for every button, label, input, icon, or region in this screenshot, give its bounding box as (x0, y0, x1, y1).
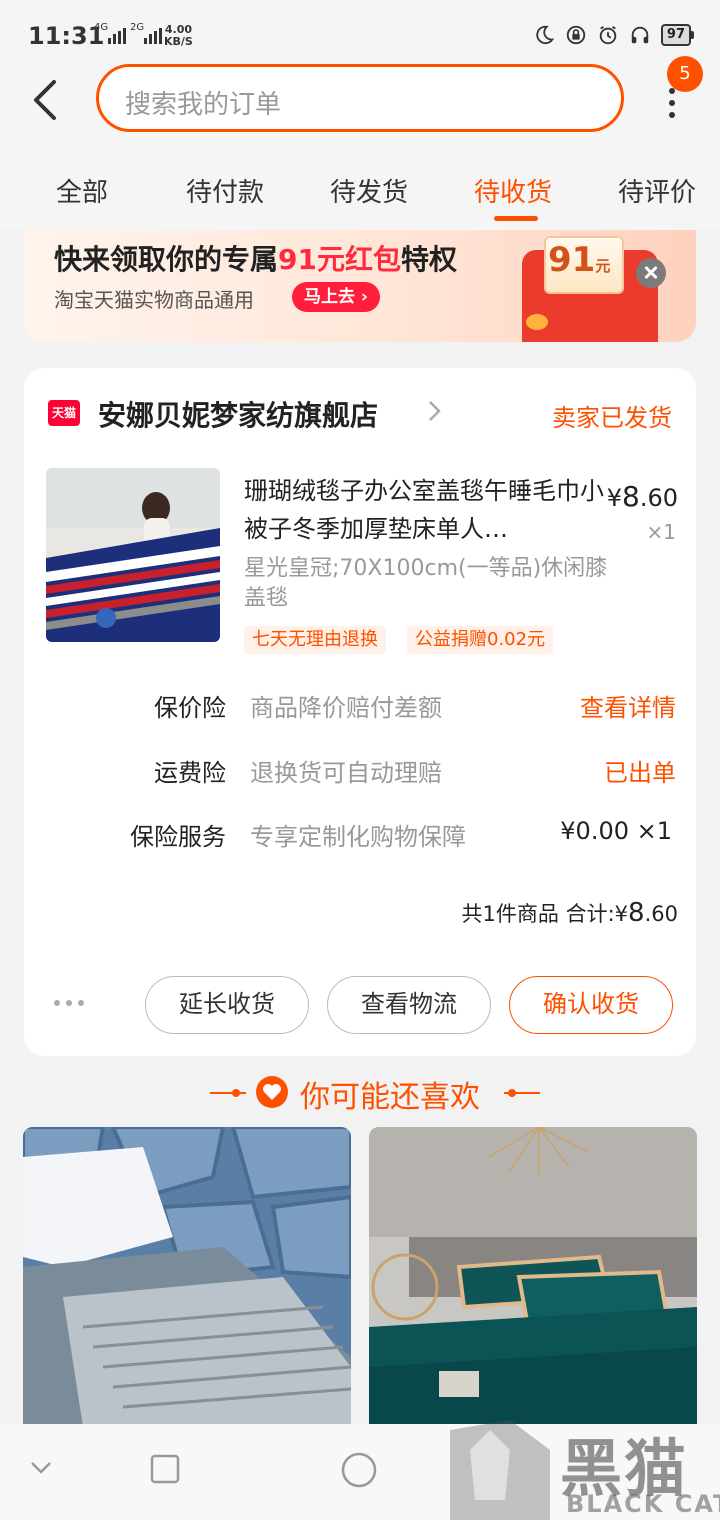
more-actions-icon[interactable] (54, 1000, 84, 1006)
view-details-link[interactable]: 查看详情 (580, 688, 676, 723)
moon-icon (536, 25, 555, 45)
price-symbol: ¥ (606, 484, 622, 512)
insurance-shipping-desc: 退换货可自动理赔 (250, 759, 442, 787)
more-menu-icon[interactable] (658, 88, 686, 122)
order-total: 共1件商品 合计:¥8.60 (462, 898, 678, 928)
active-tab-indicator (494, 216, 538, 221)
confirm-receipt-button[interactable]: 确认收货 (509, 976, 673, 1034)
insurance-service-label: 保险服务 (130, 823, 226, 851)
insurance-service-desc: 专享定制化购物保障 (250, 823, 466, 851)
promo-title-highlight: 91元红包 (278, 243, 401, 276)
coupon-amount: 91元 (548, 240, 610, 280)
promo-subtitle: 淘宝天猫实物商品通用 (54, 288, 254, 312)
price-integer: 8 (622, 480, 640, 513)
signal-icon-2 (144, 28, 162, 44)
tab-pending-receipt[interactable]: 待收货 (474, 172, 552, 209)
total-symbol: ¥ (614, 902, 629, 926)
header: 搜索我的订单 5 (0, 56, 720, 152)
recommend-item-bedding-image[interactable] (369, 1127, 697, 1427)
extend-receipt-button[interactable]: 延长收货 (145, 976, 309, 1034)
promo-title: 快来领取你的专属91元红包特权 (54, 238, 457, 278)
recommend-title: 你可能还喜欢 (300, 1080, 480, 1115)
recommend-item-blanket-image[interactable] (23, 1127, 351, 1427)
status-icons: 97 (533, 24, 694, 46)
back-arrow-icon[interactable] (28, 78, 68, 122)
nav-recents-icon[interactable] (150, 1454, 180, 1484)
insurance-shipping-label: 运费险 (154, 759, 226, 787)
search-placeholder: 搜索我的订单 (125, 90, 282, 120)
tab-all[interactable]: 全部 (56, 172, 108, 209)
recommend-header: 你可能还喜欢 (0, 1070, 720, 1115)
close-icon[interactable] (636, 258, 666, 288)
notification-badge: 5 (667, 56, 703, 92)
tab-pending-review[interactable]: 待评价 (618, 172, 696, 209)
promo-title-prefix: 快来领取你的专属 (54, 243, 279, 276)
headphones-icon (631, 26, 649, 44)
order-card: 天猫 安娜贝妮梦家纺旗舰店 卖家已发货 珊瑚绒毯子办公室盖毯午睡毛巾小被子冬季加… (24, 368, 696, 1056)
price-decimal: .60 (639, 484, 678, 512)
coupon-amount-unit: 元 (595, 257, 611, 275)
tab-pending-shipment[interactable]: 待发货 (330, 172, 408, 209)
total-decimal: .60 (644, 902, 678, 926)
tmall-logo-icon: 天猫 (48, 400, 80, 426)
product-quantity: ×1 (646, 520, 676, 544)
view-logistics-button[interactable]: 查看物流 (327, 976, 491, 1034)
alarm-icon (599, 25, 617, 45)
search-input[interactable]: 搜索我的订单 (96, 64, 624, 132)
chevron-right-icon[interactable] (424, 398, 444, 424)
network-bottom-label: 2G (130, 22, 145, 33)
speed-unit: KB/S (164, 35, 193, 48)
red-envelope-graphic: 91元 (522, 230, 658, 342)
lock-rotation-icon (566, 25, 586, 45)
shop-name[interactable]: 安娜贝妮梦家纺旗舰店 (98, 394, 378, 434)
order-tabs: 全部 待付款 待发货 待收货 待评价 (0, 152, 720, 230)
network-top-label: 4G (94, 22, 109, 33)
signal-icon-1 (108, 28, 126, 44)
battery-icon: 97 (660, 24, 694, 46)
total-prefix: 共1件商品 合计: (461, 902, 615, 926)
promo-go-label: 马上去 (304, 287, 355, 307)
tab-pending-payment[interactable]: 待付款 (186, 172, 264, 209)
network-speed: 4.00 KB/S (164, 24, 193, 48)
insurance-price-protection-desc: 商品降价赔付差额 (250, 694, 442, 722)
coupon-amount-value: 91 (548, 240, 596, 280)
watermark-en: BLACK CAT (566, 1490, 720, 1518)
product-title[interactable]: 珊瑚绒毯子办公室盖毯午睡毛巾小被子冬季加厚垫床单人… (244, 472, 604, 548)
red-packet-banner[interactable]: 快来领取你的专属91元红包特权 淘宝天猫实物商品通用 马上去 › 91元 (24, 230, 696, 342)
product-price: ¥8.60 (607, 480, 678, 513)
product-thumbnail[interactable] (46, 468, 220, 642)
product-sku: 星光皇冠;70X100cm(一等品)休闲膝盖毯 (244, 556, 608, 611)
heart-icon (256, 1076, 288, 1108)
promo-title-suffix: 特权 (400, 243, 457, 276)
tag-charity: 公益捐赠0.02元 (407, 626, 554, 654)
status-time: 11:31 (28, 22, 105, 50)
insurance-price-protection-label: 保价险 (154, 694, 226, 722)
insurance-service-price: ¥0.00 ×1 (560, 817, 672, 845)
order-status: 卖家已发货 (552, 404, 672, 432)
status-bar: 11:31 4G 2G 4.00 KB/S 97 (0, 0, 720, 62)
tag-seven-day-return: 七天无理由退换 (244, 626, 386, 654)
insurance-issued-status[interactable]: 已出单 (604, 753, 676, 788)
total-integer: 8 (628, 898, 645, 928)
nav-back-icon[interactable] (28, 1454, 54, 1480)
battery-level: 97 (660, 24, 691, 46)
nav-home-icon[interactable] (340, 1451, 378, 1489)
promo-go-button[interactable]: 马上去 › (292, 282, 380, 312)
